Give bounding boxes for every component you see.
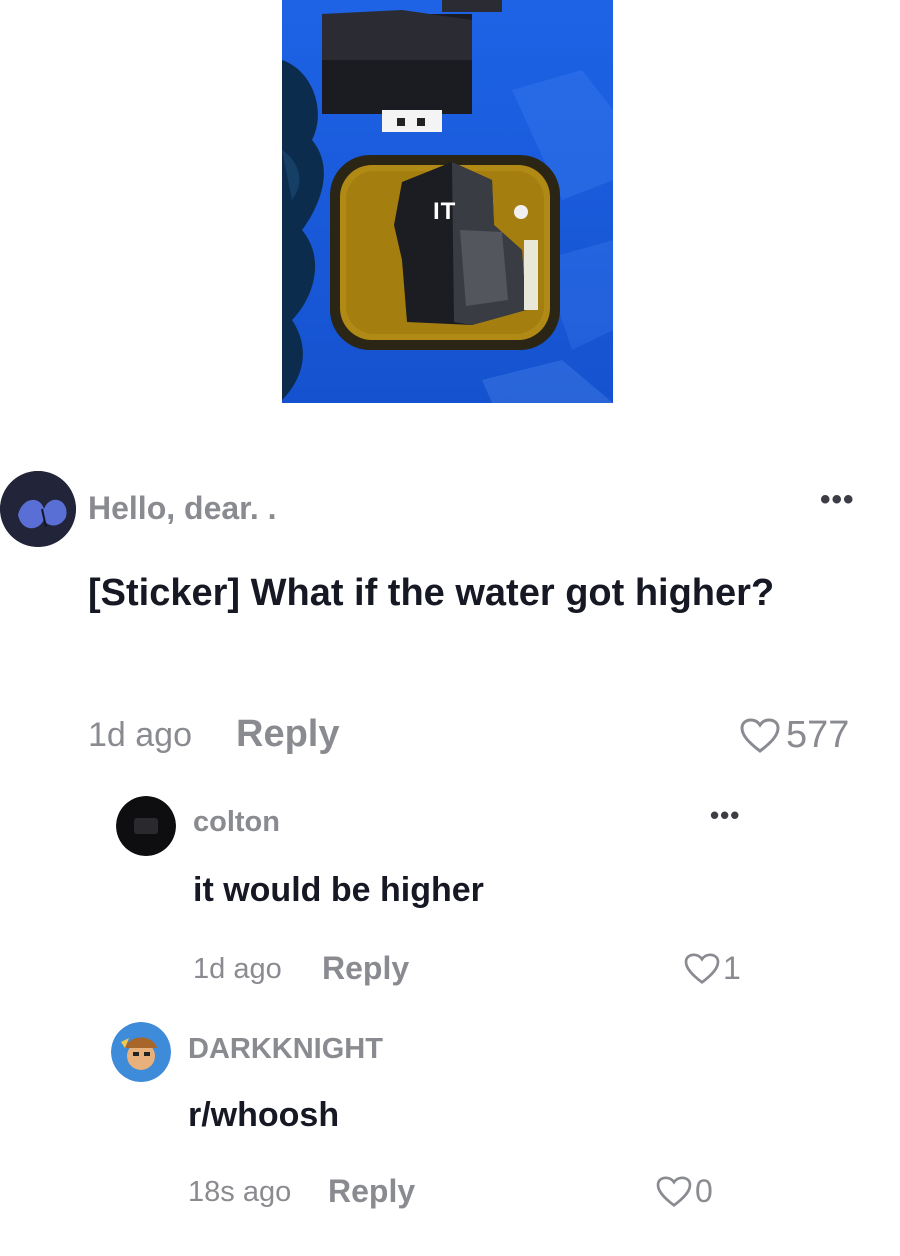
like-button[interactable]: 577 [740, 714, 849, 757]
reply-timestamp: 18s ago [188, 1176, 292, 1208]
more-horizontal-icon[interactable]: ••• [820, 483, 855, 517]
reply-button[interactable]: Reply [328, 1173, 415, 1210]
like-count: 0 [695, 1173, 713, 1209]
reply-button[interactable]: Reply [236, 713, 339, 756]
reply-text: it would be higher [193, 871, 484, 909]
avatar[interactable] [0, 471, 76, 547]
heart-outline-icon [684, 952, 720, 985]
post-image[interactable]: IT [282, 0, 613, 403]
avatar[interactable] [116, 796, 176, 856]
heart-outline-icon [656, 1175, 692, 1208]
like-count: 1 [723, 950, 741, 986]
more-horizontal-icon[interactable]: ••• [710, 800, 740, 831]
reply-text: r/whoosh [188, 1096, 340, 1134]
like-button[interactable]: 1 [684, 950, 741, 987]
heart-outline-icon [740, 717, 780, 754]
like-button[interactable]: 0 [656, 1173, 713, 1210]
like-count: 577 [786, 714, 850, 756]
comment-text: [Sticker] What if the water got higher? [88, 572, 775, 614]
reply-username[interactable]: colton [193, 806, 280, 839]
avatar[interactable] [111, 1022, 171, 1082]
comment-timestamp: 1d ago [88, 716, 192, 754]
reply-timestamp: 1d ago [193, 953, 282, 985]
comment-username[interactable]: Hello, dear. . [88, 490, 277, 527]
overlay-label: IT [433, 198, 457, 225]
reply-button[interactable]: Reply [322, 950, 409, 987]
reply-username[interactable]: DARKKNIGHT [188, 1033, 383, 1066]
